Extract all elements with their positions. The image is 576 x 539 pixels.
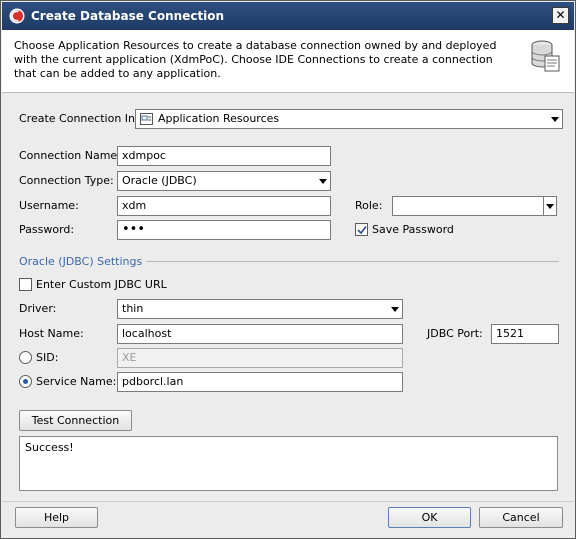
section-divider [138,261,559,262]
create-database-connection-dialog: Create Database Connection ✕ Choose Appl… [0,0,576,539]
close-button[interactable]: ✕ [552,7,569,24]
radio-selected-dot [23,379,28,384]
save-password-checkbox[interactable] [355,223,368,236]
chevron-down-icon [319,179,327,184]
sid-input: XE [117,348,403,368]
database-icon [531,40,560,72]
sid-label[interactable]: SID: [36,351,58,364]
create-in-select[interactable]: Application Resources [135,109,563,129]
service-name-label[interactable]: Service Name: [36,375,116,388]
role-label: Role: [355,199,383,212]
connection-result-area[interactable]: Success! [19,436,558,491]
cancel-button[interactable]: Cancel [479,507,563,528]
create-in-label: Create Connection In: [19,112,139,125]
description-banner: Choose Application Resources to create a… [2,30,574,93]
checkmark-icon [357,226,367,235]
driver-label: Driver: [19,302,57,315]
username-input[interactable]: xdm [117,196,331,216]
close-icon: ✕ [555,8,566,22]
connection-name-label: Connection Name: [19,149,121,162]
driver-value: thin [122,302,144,315]
driver-select[interactable]: thin [117,299,403,319]
sid-radio[interactable] [19,351,32,364]
connection-name-input[interactable]: xdmpoc [117,146,331,166]
service-name-input[interactable]: pdborcl.lan [117,372,403,392]
help-button[interactable]: Help [15,507,98,528]
jdbc-port-label: JDBC Port: [427,327,483,340]
connection-type-label: Connection Type: [19,174,114,187]
host-name-input[interactable]: localhost [117,324,403,344]
host-name-label: Host Name: [19,327,84,340]
password-input[interactable]: ••• [117,220,331,240]
test-connection-button[interactable]: Test Connection [19,410,132,431]
connection-result-text: Success! [25,441,74,454]
jdbc-port-input[interactable]: 1521 [491,324,559,344]
connection-type-value: Oracle (JDBC) [122,174,197,187]
username-label: Username: [19,199,79,212]
dialog-title: Create Database Connection [31,9,225,23]
service-name-radio[interactable] [19,375,32,388]
role-dropdown-button[interactable] [543,197,556,215]
application-resources-icon [140,113,153,125]
title-bar[interactable]: Create Database Connection ✕ [2,2,574,30]
chevron-down-icon [551,117,559,122]
chevron-down-icon [391,307,399,312]
custom-jdbc-url-checkbox[interactable] [19,278,32,291]
save-password-label[interactable]: Save Password [372,223,454,236]
custom-jdbc-url-label[interactable]: Enter Custom JDBC URL [36,278,167,291]
chevron-down-icon [546,204,554,209]
banner-description: Choose Application Resources to create a… [14,39,497,80]
oracle-app-icon [9,8,25,24]
footer-divider [2,501,574,502]
connection-type-select[interactable]: Oracle (JDBC) [117,171,331,191]
role-select[interactable] [392,196,557,216]
password-label: Password: [19,223,75,236]
oracle-settings-title: Oracle (JDBC) Settings [19,255,147,268]
ok-button[interactable]: OK [388,507,471,528]
create-in-value: Application Resources [158,112,280,125]
